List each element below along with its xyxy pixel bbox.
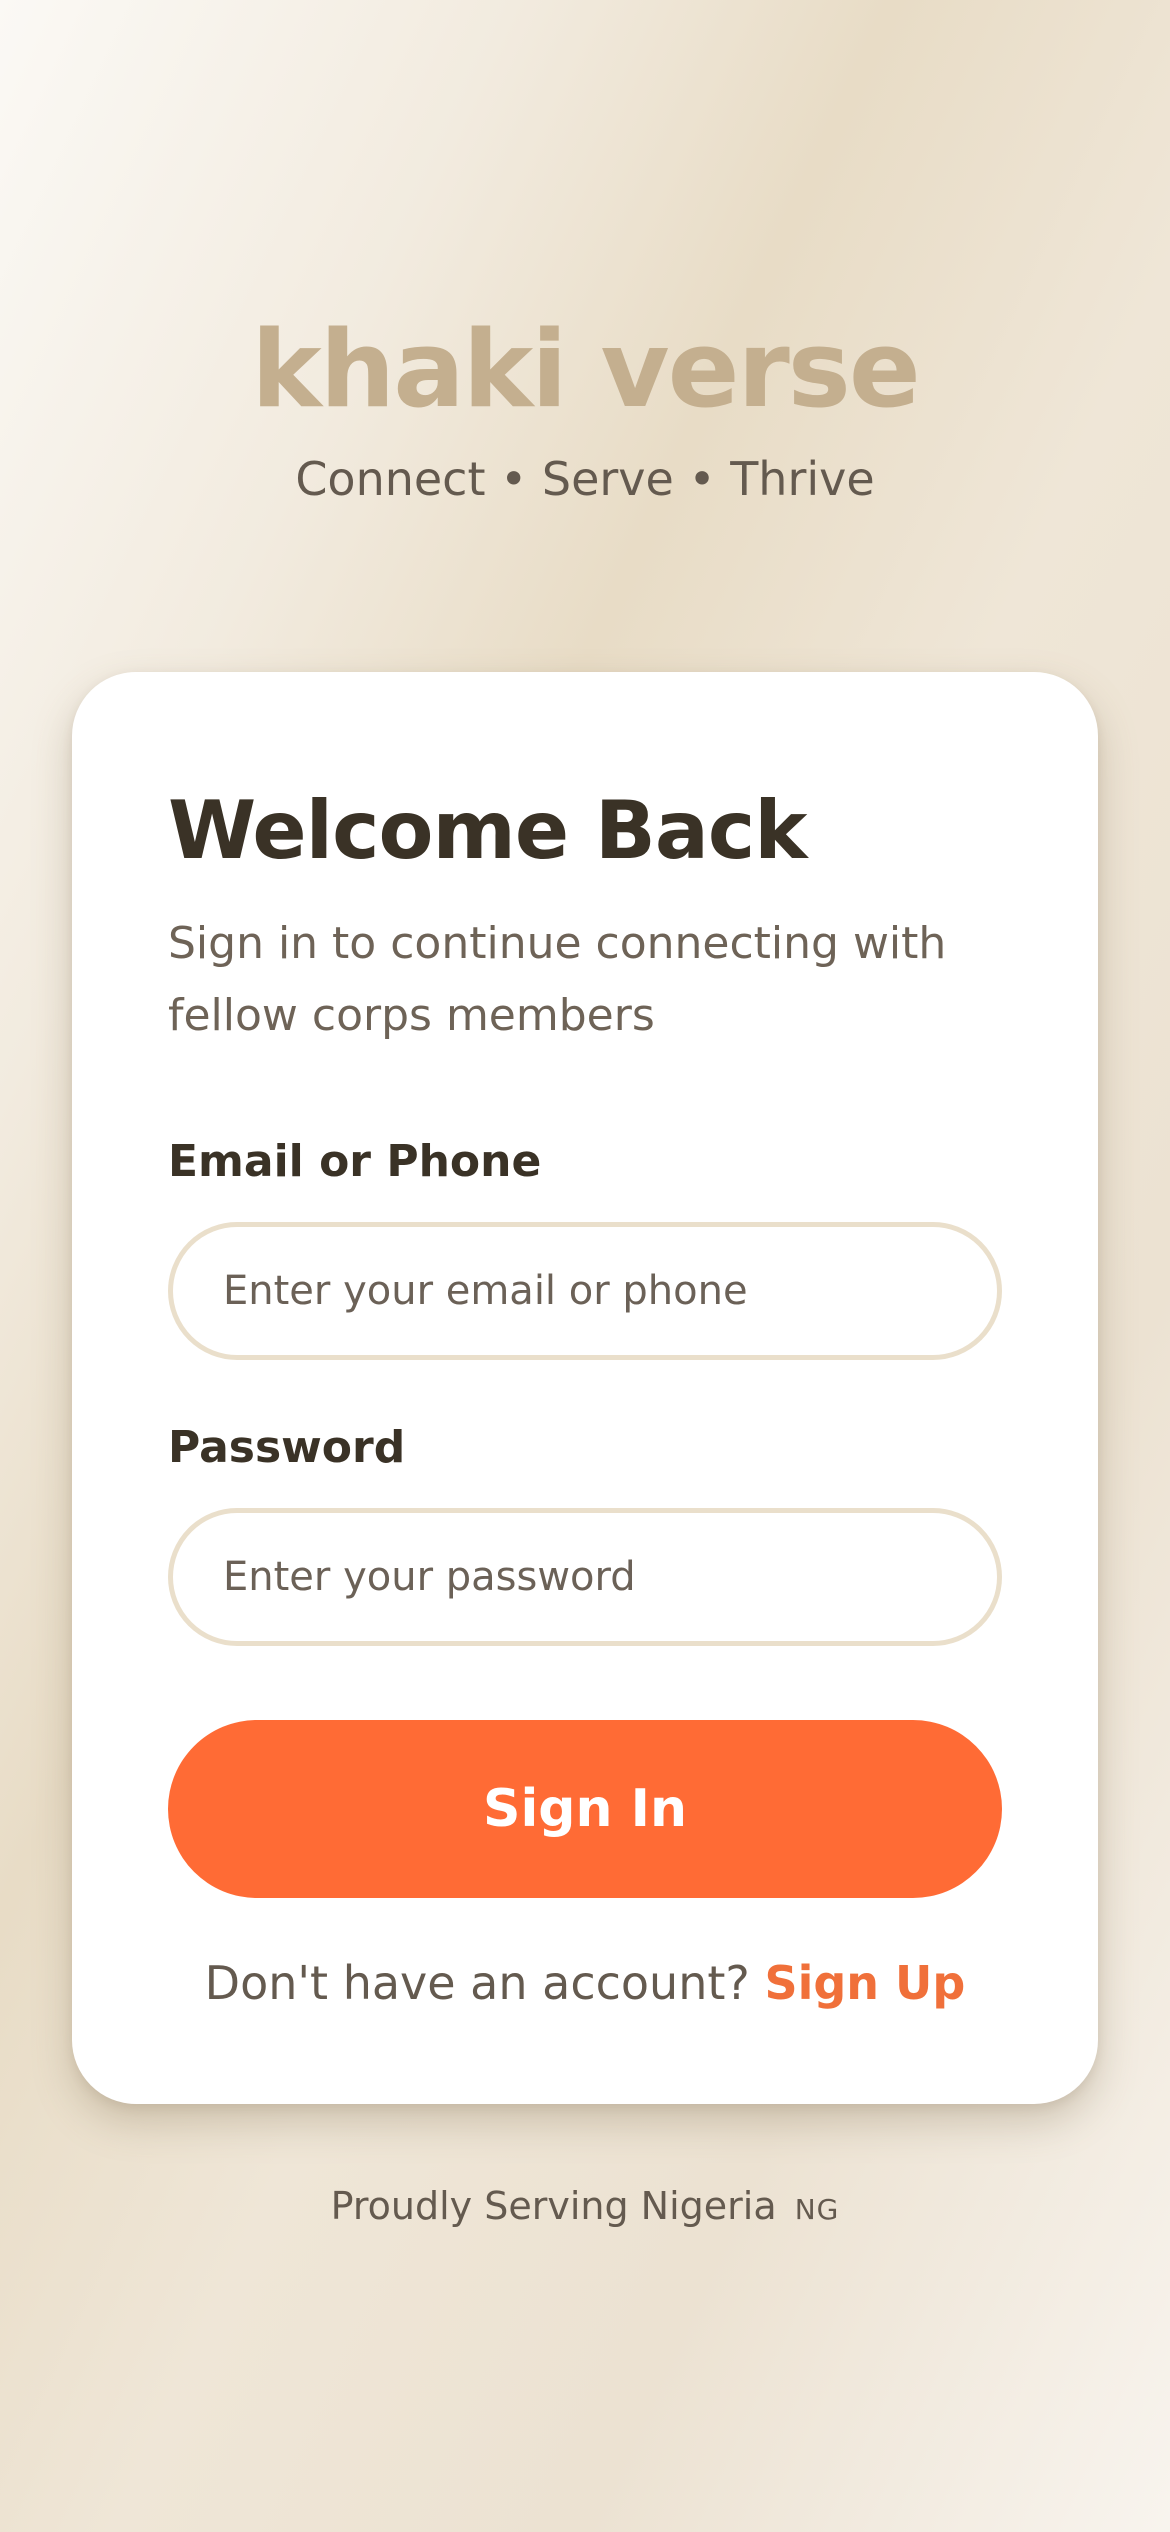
sign-up-link[interactable]: Sign Up bbox=[764, 1956, 965, 2010]
page-title: Welcome Back bbox=[168, 784, 808, 877]
brand-header: khaki verse Connect • Serve • Thrive bbox=[0, 300, 1170, 514]
login-card: Welcome Back Sign in to continue connect… bbox=[72, 672, 1098, 2104]
footer: Proudly Serving Nigeria NG bbox=[0, 2176, 1170, 2240]
signup-prompt-text: Don't have an account? bbox=[204, 1956, 765, 2010]
password-field[interactable] bbox=[168, 1508, 1002, 1646]
nigeria-flag-icon: NG bbox=[794, 2193, 840, 2226]
email-field[interactable] bbox=[168, 1222, 1002, 1360]
app-tagline: Connect • Serve • Thrive bbox=[295, 452, 875, 506]
password-label: Password bbox=[168, 1422, 406, 1473]
signup-prompt-row: Don't have an account? Sign Up bbox=[168, 1948, 1002, 2018]
footer-text: Proudly Serving Nigeria bbox=[330, 2184, 777, 2228]
email-label: Email or Phone bbox=[168, 1136, 542, 1187]
page-subtitle: Sign in to continue connecting with fell… bbox=[168, 918, 947, 1041]
sign-in-button[interactable]: Sign In bbox=[168, 1720, 1002, 1898]
app-logo-title: khaki verse bbox=[251, 308, 920, 431]
